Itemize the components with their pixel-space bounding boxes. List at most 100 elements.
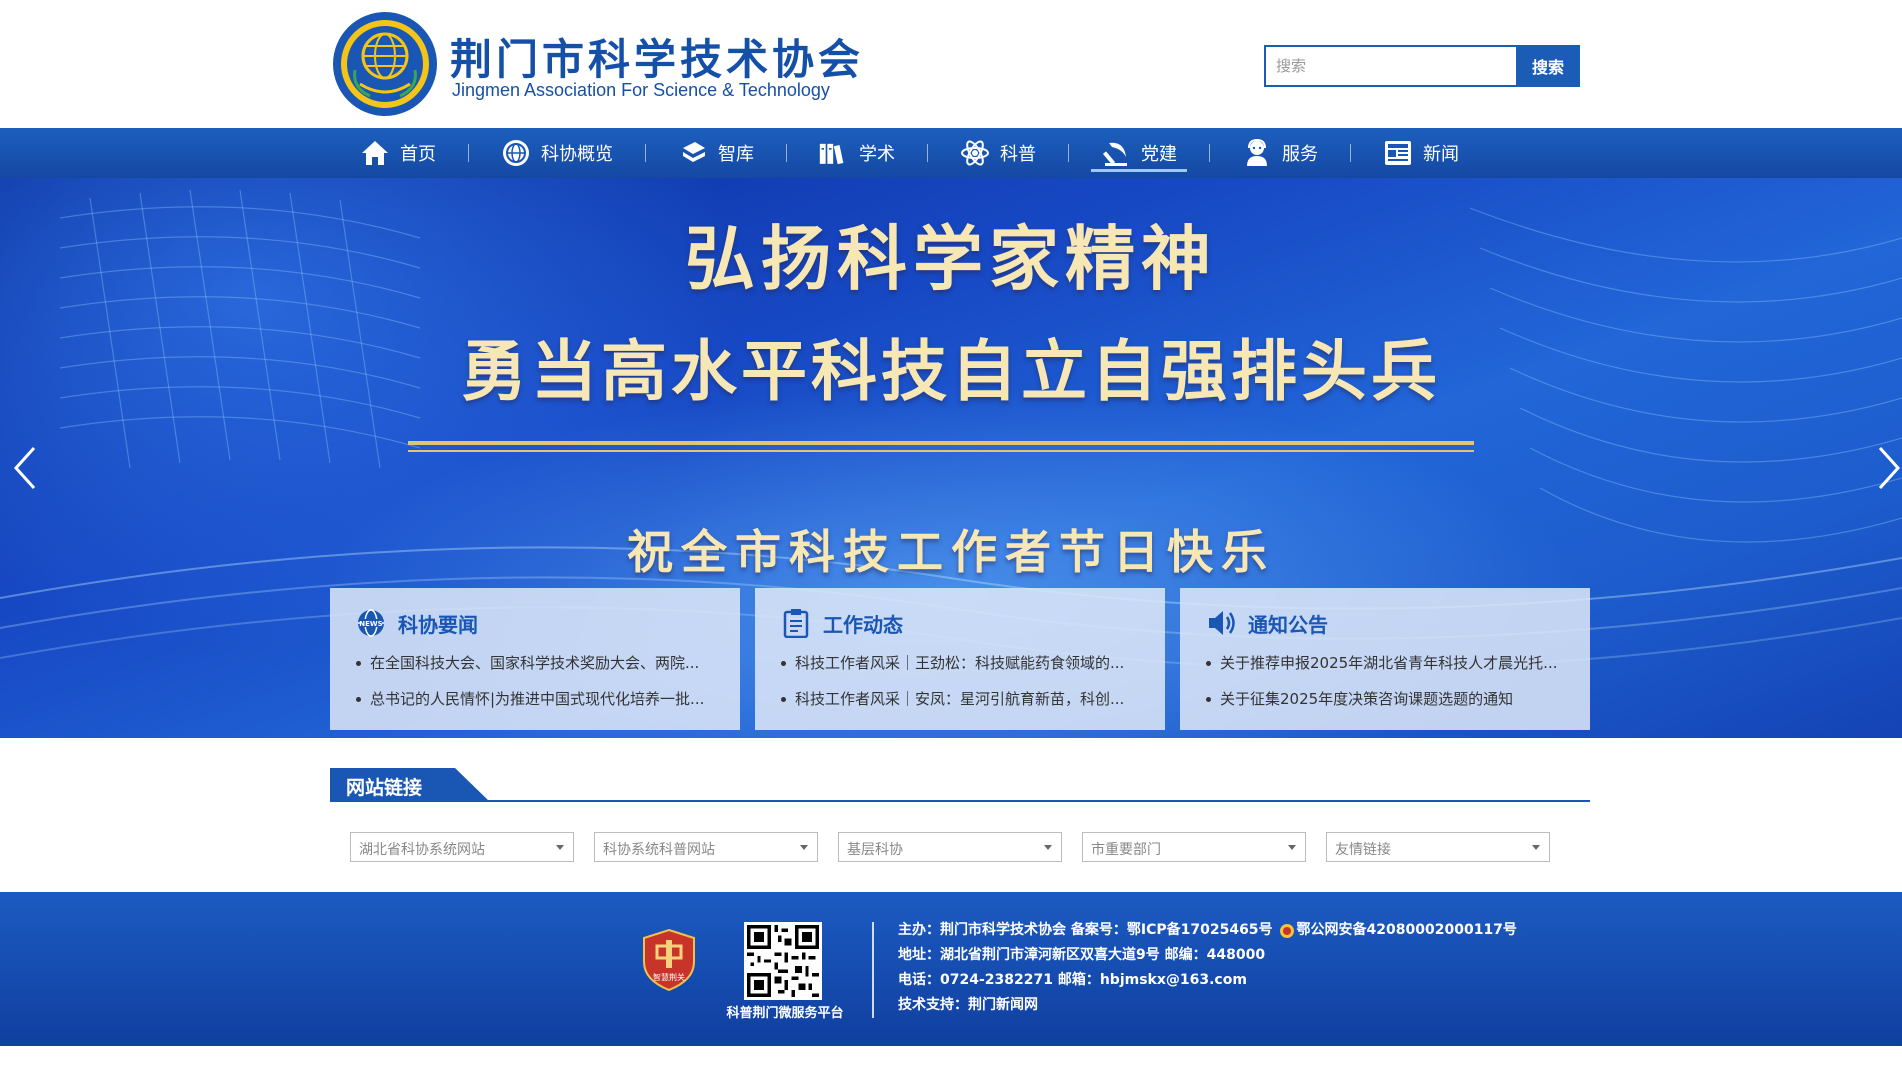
main-nav: 首页 科协概览 智库 学术 科普 党建 服务 新闻 (0, 128, 1902, 178)
card-title[interactable]: NEWS 科协要闻 (356, 608, 478, 638)
select-value: 基层科协 (847, 842, 903, 858)
card-title[interactable]: 工作动态 (781, 608, 903, 638)
nav-label: 首页 (400, 144, 436, 165)
select-value: 科协系统科普网站 (603, 842, 715, 858)
footer-sponsor-icp[interactable]: 主办：荆门市科学技术协会 备案号：鄂ICP备17025465号 (898, 918, 1273, 943)
news-globe-icon: NEWS (356, 608, 386, 638)
footer-row-address: 地址：湖北省荆门市漳河新区双喜大道9号 邮编：448000 (898, 943, 1517, 968)
nav-label: 党建 (1141, 144, 1177, 165)
site-links-title: 网站链接 (330, 768, 490, 802)
card-cast-news: NEWS 科协要闻 在全国科技大会、国家科学技术奖励大会、两院... 总书记的人… (330, 588, 740, 730)
footer-address: 地址：湖北省荆门市漳河新区双喜大道9号 邮编：448000 (898, 947, 1266, 963)
list-item[interactable]: 科技工作者风采｜王劲松：科技赋能药食领域的... (781, 652, 1151, 673)
section-divider (330, 800, 1590, 802)
footer-divider (872, 922, 874, 1018)
globe-emblem-icon (501, 138, 531, 168)
footer-contact: 电话：0724-2382271 邮箱：hbjmskx@163.com (898, 972, 1247, 988)
site-subtitle: Jingmen Association For Science & Techno… (452, 80, 830, 100)
newspaper-icon (1383, 138, 1413, 168)
nav-item-popsci[interactable]: 科普 (950, 128, 1046, 178)
card-announcements: 通知公告 关于推荐申报2025年湖北省青年科技人才晨光托... 关于征集2025… (1180, 588, 1590, 730)
list-item[interactable]: 在全国科技大会、国家科学技术奖励大会、两院... (356, 652, 726, 673)
home-icon (360, 138, 390, 168)
banner-headline: 弘扬科学家精神 (685, 218, 1217, 300)
site-footer: 智慧荆关 科普荆门微服务平台 主办：荆门市科学技术协会 备案号：鄂ICP备170… (0, 892, 1902, 1046)
cast-logo-icon[interactable] (330, 10, 440, 118)
card-work-updates: 工作动态 科技工作者风采｜王劲松：科技赋能药食领域的... 科技工作者风采｜安凤… (755, 588, 1165, 730)
search-input[interactable] (1264, 45, 1516, 87)
site-title[interactable]: 荆门市科学技术协会 (450, 26, 864, 87)
banner-gold-rule-thin (408, 450, 1474, 452)
card-title[interactable]: 通知公告 (1206, 608, 1328, 638)
gov-badge-icon[interactable]: 智慧荆关 (640, 928, 698, 992)
select-city-departments[interactable]: 市重要部门 (1082, 832, 1306, 862)
list-item[interactable]: 关于推荐申报2025年湖北省青年科技人才晨光托... (1206, 652, 1576, 673)
footer-info: 主办：荆门市科学技术协会 备案号：鄂ICP备17025465号 鄂公网安备420… (898, 918, 1517, 1018)
list-item-link[interactable]: 在全国科技大会、国家科学技术奖励大会、两院... (370, 654, 699, 672)
book-icon (678, 138, 708, 168)
footer-row-support: 技术支持：荆门新闻网 (898, 993, 1517, 1018)
police-badge-icon (1279, 923, 1294, 938)
atom-icon (960, 138, 990, 168)
list-item[interactable]: 总书记的人民情怀|为推进中国式现代化培养一批... (356, 688, 726, 709)
nav-item-news[interactable]: 新闻 (1373, 128, 1469, 178)
banner-greeting: 祝全市科技工作者节日快乐 (627, 525, 1275, 579)
chevron-down-icon (1044, 845, 1052, 850)
list-item[interactable]: 科技工作者风采｜安凤：星河引航育新苗，科创... (781, 688, 1151, 709)
search-box: 搜索 (1264, 45, 1580, 87)
nav-label: 学术 (859, 144, 895, 165)
card-title-text: 科协要闻 (398, 612, 478, 637)
footer-tech-support[interactable]: 技术支持：荆门新闻网 (898, 993, 1038, 1018)
nav-divider (468, 144, 469, 162)
chevron-down-icon (556, 845, 564, 850)
footer-row-sponsor: 主办：荆门市科学技术协会 备案号：鄂ICP备17025465号 鄂公网安备420… (898, 918, 1517, 943)
list-item-link[interactable]: 科技工作者风采｜安凤：星河引航育新苗，科创... (795, 690, 1124, 708)
nav-label: 服务 (1282, 144, 1318, 165)
page-bottom-margin (0, 1046, 1902, 1080)
svg-text:NEWS: NEWS (359, 620, 382, 628)
hammer-sickle-icon (1101, 138, 1131, 168)
nav-item-party[interactable]: 党建 (1091, 128, 1187, 178)
select-provincial-cast[interactable]: 湖北省科协系统网站 (350, 832, 574, 862)
nav-divider (1350, 144, 1351, 162)
chevron-down-icon (1288, 845, 1296, 850)
nav-item-service[interactable]: 服务 (1232, 128, 1328, 178)
banner-gold-rule (408, 441, 1474, 445)
select-value: 友情链接 (1335, 842, 1391, 858)
qr-code-icon (744, 922, 822, 1000)
list-item-link[interactable]: 总书记的人民情怀|为推进中国式现代化培养一批... (370, 690, 704, 708)
nav-item-overview[interactable]: 科协概览 (491, 128, 623, 178)
search-button[interactable]: 搜索 (1516, 45, 1580, 87)
service-person-icon (1242, 138, 1272, 168)
select-grassroots-cast[interactable]: 基层科协 (838, 832, 1062, 862)
nav-divider (927, 144, 928, 162)
nav-divider (1209, 144, 1210, 162)
nav-label: 科协概览 (541, 144, 613, 165)
nav-label: 新闻 (1423, 144, 1459, 165)
books-shelf-icon (819, 138, 849, 168)
nav-item-home[interactable]: 首页 (350, 128, 446, 178)
site-header: 荆门市科学技术协会 Jingmen Association For Scienc… (0, 0, 1902, 128)
card-title-text: 工作动态 (823, 612, 903, 637)
select-value: 市重要部门 (1091, 842, 1161, 858)
footer-public-security-record[interactable]: 鄂公网安备42080002000117号 (1297, 918, 1517, 943)
list-item-link[interactable]: 科技工作者风采｜王劲松：科技赋能药食领域的... (795, 654, 1124, 672)
list-item[interactable]: 关于征集2025年度决策咨询课题选题的通知 (1206, 688, 1576, 709)
svg-text:智慧荆关: 智慧荆关 (653, 972, 685, 982)
nav-divider (1068, 144, 1069, 162)
site-links-selects: 湖北省科协系统网站 科协系统科普网站 基层科协 市重要部门 友情链接 (350, 832, 1570, 862)
select-popsci-sites[interactable]: 科协系统科普网站 (594, 832, 818, 862)
nav-item-academic[interactable]: 学术 (809, 128, 905, 178)
chevron-down-icon (1532, 845, 1540, 850)
nav-item-thinktank[interactable]: 智库 (668, 128, 764, 178)
list-item-link[interactable]: 关于推荐申报2025年湖北省青年科技人才晨光托... (1220, 654, 1557, 672)
nav-label: 科普 (1000, 144, 1036, 165)
list-item-link[interactable]: 关于征集2025年度决策咨询课题选题的通知 (1220, 690, 1513, 708)
speaker-icon (1206, 608, 1236, 638)
nav-divider (645, 144, 646, 162)
carousel-prev-icon[interactable] (6, 438, 46, 498)
carousel-next-icon[interactable] (1868, 438, 1902, 498)
nav-label: 智库 (718, 144, 754, 165)
clipboard-icon (781, 608, 811, 638)
select-friend-links[interactable]: 友情链接 (1326, 832, 1550, 862)
